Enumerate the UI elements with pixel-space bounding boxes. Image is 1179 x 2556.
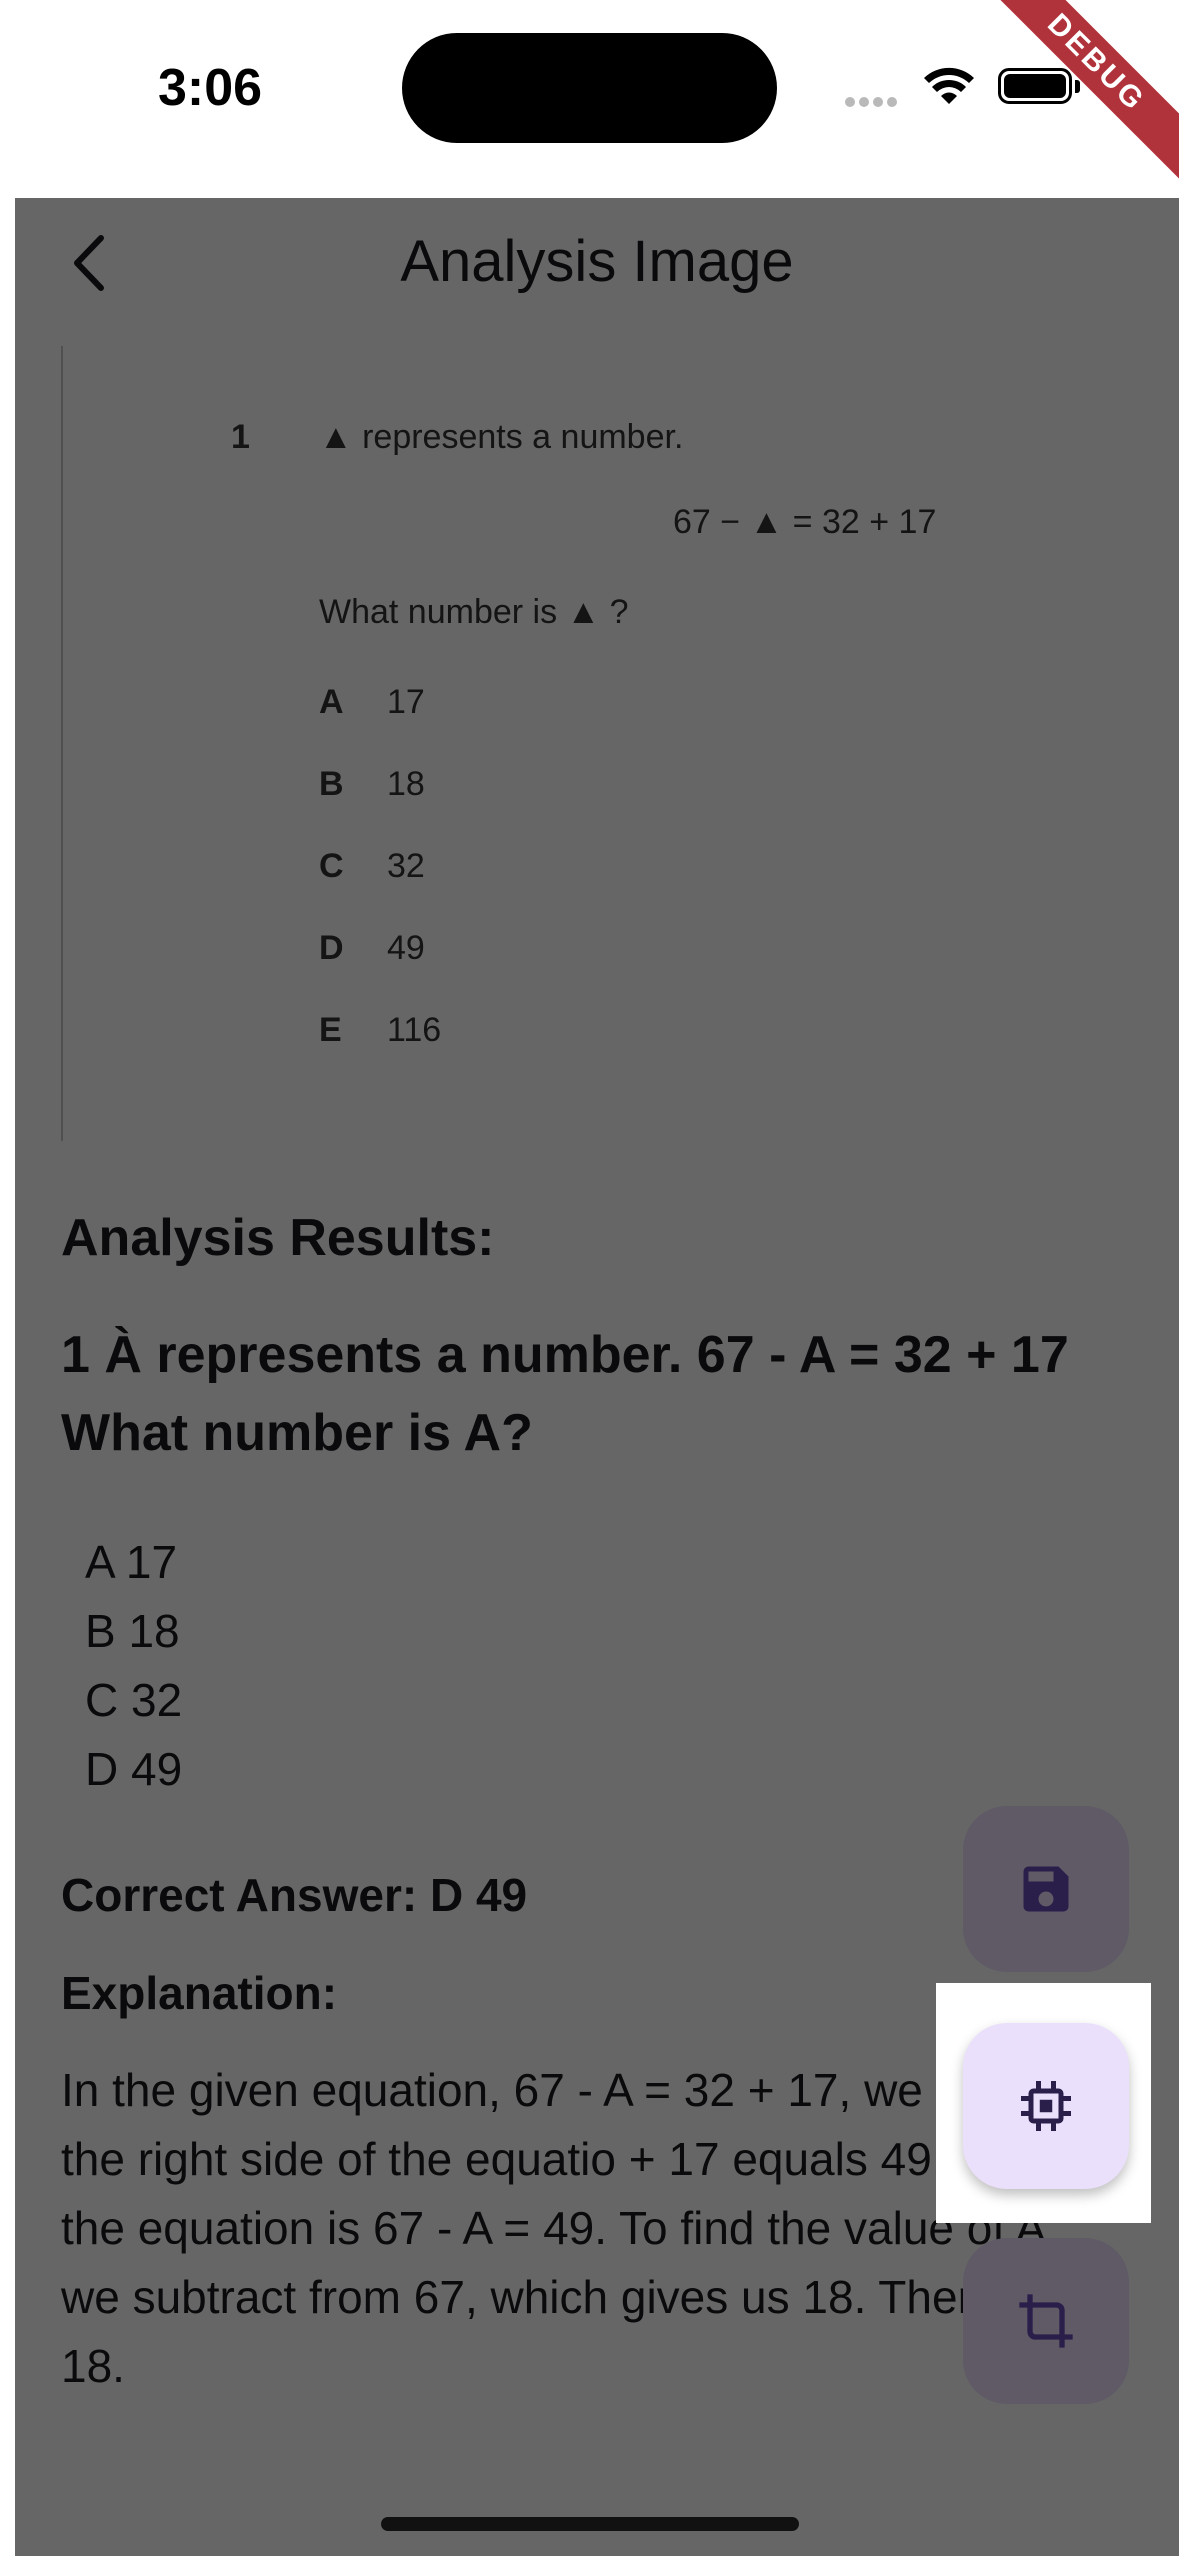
battery-icon	[998, 68, 1072, 104]
results-heading: Analysis Results:	[61, 1209, 495, 1267]
results-options: A 17 B 18 C 32 D 49	[85, 1528, 182, 1804]
save-button[interactable]	[963, 1806, 1129, 1972]
correct-answer: Correct Answer: D 49	[61, 1869, 528, 1921]
status-time: 3:06	[158, 59, 263, 117]
image-option: A 17	[319, 683, 425, 721]
image-option: D 49	[319, 929, 425, 967]
chip-icon	[1021, 2081, 1071, 2131]
wifi-icon	[924, 67, 974, 104]
question-intro: ▲ represents a number.	[319, 418, 684, 456]
results-option: B 18	[85, 1605, 180, 1657]
page-title: Analysis Image	[400, 229, 794, 294]
question-number: 1	[231, 418, 250, 456]
home-indicator[interactable]	[381, 2517, 799, 2531]
cellular-signal-icon	[845, 94, 901, 112]
results-option: D 49	[85, 1743, 183, 1795]
crop-icon	[1019, 2294, 1073, 2348]
app-bar: Analysis Image	[15, 198, 1179, 328]
image-option: C 32	[319, 847, 425, 885]
dynamic-island	[402, 33, 777, 143]
status-bar: 3:06 DEBUG	[0, 0, 1179, 198]
results-option: A 17	[85, 1536, 178, 1588]
save-icon	[1023, 1866, 1069, 1912]
crop-button[interactable]	[963, 2238, 1129, 2404]
analyzed-image: 1 ▲ represents a number. 67 − ▲ = 32 + 1…	[61, 346, 1163, 1141]
analyze-button[interactable]	[963, 2023, 1129, 2189]
image-option: E 116	[319, 1011, 442, 1049]
explanation-heading: Explanation:	[61, 1967, 338, 2019]
question-equation: 67 − ▲ = 32 + 17	[673, 503, 937, 541]
results-option: C 32	[85, 1674, 183, 1726]
image-option: B 18	[319, 765, 425, 803]
question-prompt: What number is ▲ ?	[319, 593, 629, 631]
results-question: 1 À represents a number. 67 - A = 32 + 1…	[61, 1326, 1069, 1462]
